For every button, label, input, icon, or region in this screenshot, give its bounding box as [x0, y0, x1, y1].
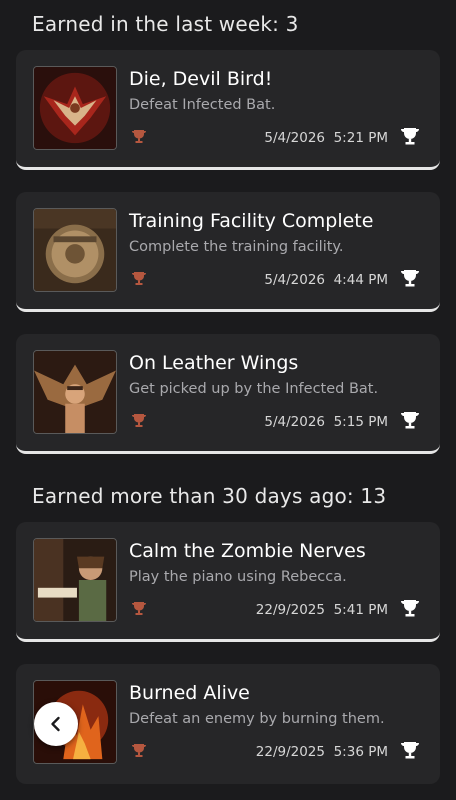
trophy-description: Complete the training facility. [129, 239, 344, 255]
earned-time: 4:44 PM [333, 272, 388, 288]
earned-time: 5:41 PM [333, 602, 388, 618]
zombie-nerves-thumbnail [33, 538, 117, 622]
earned-date: 5/4/2026 [264, 272, 325, 288]
earned-date: 22/9/2025 [255, 602, 325, 618]
back-button[interactable] [34, 702, 78, 746]
bronze-trophy-icon [132, 130, 146, 143]
trophy-card[interactable]: Die, Devil Bird! Defeat Infected Bat. 5/… [16, 50, 440, 170]
trophy-title: Die, Devil Bird! [129, 68, 273, 90]
earned-trophy-icon [401, 600, 419, 617]
section-header-last-week: Earned in the last week: 3 [32, 12, 299, 36]
bronze-trophy-icon [132, 272, 146, 285]
earned-trophy-icon [401, 412, 419, 429]
trophy-card[interactable]: Training Facility Complete Complete the … [16, 192, 440, 312]
earned-datetime: 5/4/2026 4:44 PM [264, 272, 388, 288]
trophy-title: Training Facility Complete [129, 210, 374, 232]
earned-datetime: 5/4/2026 5:21 PM [264, 130, 388, 146]
earned-datetime: 22/9/2025 5:36 PM [256, 744, 388, 760]
section-header-older: Earned more than 30 days ago: 13 [32, 484, 387, 508]
trophy-description: Defeat an enemy by burning them. [129, 711, 385, 727]
trophy-description: Play the piano using Rebecca. [129, 569, 347, 585]
earned-time: 5:15 PM [333, 414, 388, 430]
earned-date: 5/4/2026 [264, 414, 325, 430]
earned-trophy-icon [401, 128, 419, 145]
bronze-trophy-icon [132, 602, 146, 615]
trophy-title: Burned Alive [129, 682, 250, 704]
earned-datetime: 22/9/2025 5:41 PM [256, 602, 388, 618]
earned-date: 22/9/2025 [255, 744, 325, 760]
devil-bird-thumbnail [33, 66, 117, 150]
leather-wings-thumbnail [33, 350, 117, 434]
earned-time: 5:36 PM [333, 744, 388, 760]
trophy-card[interactable]: Calm the Zombie Nerves Play the piano us… [16, 522, 440, 642]
trophy-description: Defeat Infected Bat. [129, 97, 276, 113]
trophy-card[interactable]: On Leather Wings Get picked up by the In… [16, 334, 440, 454]
training-facility-thumbnail [33, 208, 117, 292]
bronze-trophy-icon [132, 414, 146, 427]
earned-date: 5/4/2026 [264, 130, 325, 146]
bronze-trophy-icon [132, 744, 146, 757]
earned-trophy-icon [401, 270, 419, 287]
trophy-list-screen: Earned in the last week: 3 Die, Devil Bi… [0, 0, 456, 800]
chevron-left-icon [51, 716, 60, 732]
earned-time: 5:21 PM [333, 130, 388, 146]
trophy-title: Calm the Zombie Nerves [129, 540, 366, 562]
trophy-card[interactable]: Burned Alive Defeat an enemy by burning … [16, 664, 440, 784]
earned-datetime: 5/4/2026 5:15 PM [264, 414, 388, 430]
trophy-title: On Leather Wings [129, 352, 299, 374]
trophy-description: Get picked up by the Infected Bat. [129, 381, 379, 397]
earned-trophy-icon [401, 742, 419, 759]
